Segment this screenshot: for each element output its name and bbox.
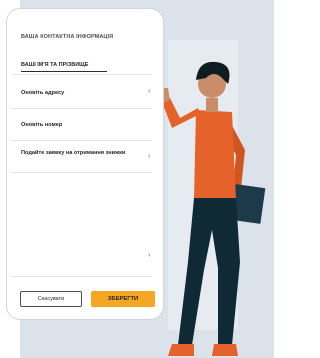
chevron-right-icon: › xyxy=(148,88,151,95)
divider xyxy=(12,108,152,109)
tab-underline xyxy=(21,71,107,72)
tab-name[interactable]: ВАШІ ІМ'Я ТА ПРІЗВИЩЕ xyxy=(21,62,88,68)
divider xyxy=(12,172,152,173)
divider xyxy=(12,140,152,141)
chevron-right-icon: › xyxy=(148,252,151,259)
chevron-right-icon: › xyxy=(148,153,151,160)
divider xyxy=(12,74,152,75)
menu-item-discount-request[interactable]: Подайте заявку на отримання знижки xyxy=(21,150,131,157)
menu-item-update-number[interactable]: Оновіть номер xyxy=(21,122,149,129)
cancel-button[interactable]: Скасувати xyxy=(20,291,82,307)
section-title: ВАША КОНТАКТНА ІНФОРМАЦІЯ xyxy=(21,34,114,40)
phone-mockup xyxy=(6,8,164,320)
divider xyxy=(12,276,152,277)
save-button[interactable]: ЗБЕРЕГТИ xyxy=(91,291,155,307)
menu-item-update-address[interactable]: Оновіть адресу xyxy=(21,90,149,97)
